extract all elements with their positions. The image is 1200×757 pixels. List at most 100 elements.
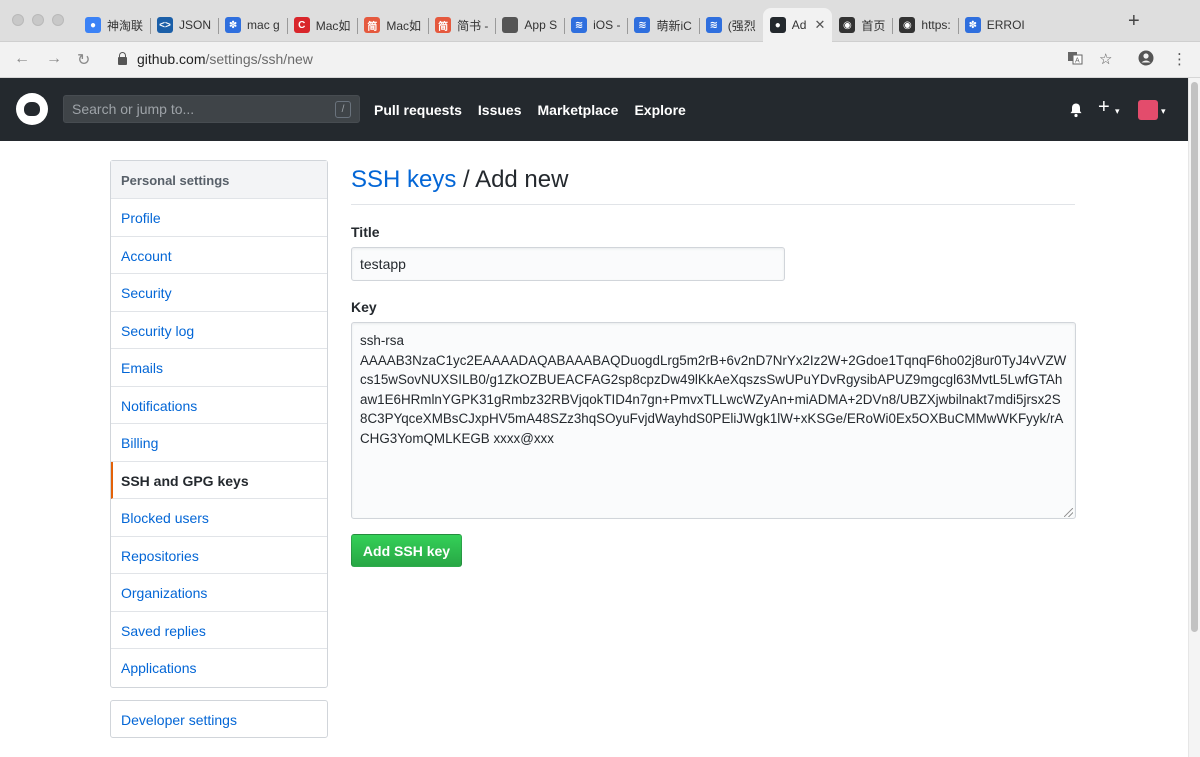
- title-input[interactable]: [351, 247, 785, 281]
- browser-tab[interactable]: ● Ad ✕: [762, 8, 833, 42]
- tab-title: Mac如: [315, 18, 351, 33]
- title-label: Title: [351, 224, 380, 240]
- nav-pull-requests[interactable]: Pull requests: [374, 102, 462, 118]
- nav-issues[interactable]: Issues: [478, 102, 522, 118]
- browser-tab[interactable]: ✽ ERROI: [957, 10, 1032, 40]
- browser-tab[interactable]: <> JSON: [150, 10, 218, 40]
- close-window-button[interactable]: [12, 14, 24, 26]
- sidebar-item-repositories[interactable]: Repositories: [111, 537, 327, 574]
- sidebar-item-emails[interactable]: Emails: [111, 349, 327, 387]
- tab-list: ● 神淘联 <> JSON ✽ mac g C Mac如简 Mac如简简书 - App S ≋ iOS…: [78, 8, 1032, 42]
- sidebar-item-security[interactable]: Security: [111, 274, 327, 312]
- tab-favicon-icon: <>: [157, 17, 174, 33]
- tab-favicon-icon: ≋: [571, 17, 588, 33]
- github-header: / Pull requests Issues Marketplace Explo…: [0, 78, 1188, 141]
- tab-favicon-icon: ≋: [705, 17, 722, 33]
- tab-title: (强烈: [727, 18, 756, 33]
- profile-icon[interactable]: [1138, 50, 1154, 70]
- browser-tab[interactable]: 简 Mac如: [357, 10, 428, 40]
- tab-favicon-icon: ●: [769, 17, 786, 33]
- tab-title: App S: [524, 18, 558, 32]
- sidebar-item-notifications[interactable]: Notifications: [111, 387, 327, 424]
- sidebar-heading: Personal settings: [111, 161, 327, 199]
- new-tab-button[interactable]: +: [1128, 11, 1140, 31]
- create-new-plus-icon[interactable]: +: [1098, 96, 1110, 119]
- address-bar[interactable]: github.com/settings/ssh/new: [118, 51, 313, 67]
- chevron-down-icon: ▾: [1115, 106, 1120, 116]
- sidebar-item-saved-replies[interactable]: Saved replies: [111, 612, 327, 649]
- header-nav: Pull requests Issues Marketplace Explore: [374, 102, 686, 118]
- notifications-bell-icon[interactable]: [1068, 102, 1084, 123]
- tab-favicon-icon: ✽: [225, 17, 242, 33]
- tab-favicon-icon: ◉: [899, 17, 916, 33]
- browser-tab[interactable]: C Mac如: [286, 10, 358, 40]
- tab-favicon-icon: ●: [85, 17, 101, 33]
- browser-tab[interactable]: ✽ mac g: [218, 10, 287, 40]
- url-path: /settings/ssh/new: [205, 51, 313, 67]
- browser-tab[interactable]: ● 神淘联: [78, 10, 150, 40]
- page-title: SSH keys / Add new: [351, 166, 568, 194]
- tab-favicon-icon: 简: [435, 17, 452, 33]
- tab-favicon-icon: ✽: [964, 17, 981, 33]
- maximize-window-button[interactable]: [52, 14, 64, 26]
- scrollbar-thumb[interactable]: [1191, 82, 1198, 632]
- sidebar-item-security-log[interactable]: Security log: [111, 312, 327, 349]
- nav-explore[interactable]: Explore: [634, 102, 685, 118]
- browser-tab[interactable]: ≋ 萌新iC: [627, 10, 698, 40]
- page-scrollbar[interactable]: [1188, 78, 1200, 757]
- nav-marketplace[interactable]: Marketplace: [538, 102, 619, 118]
- browser-tab[interactable]: ◉ https:: [892, 10, 957, 40]
- sidebar-item-ssh-gpg-keys[interactable]: SSH and GPG keys: [111, 461, 327, 499]
- tab-title: mac g: [247, 18, 280, 32]
- tab-favicon-icon: C: [293, 17, 310, 33]
- url-host: github.com: [137, 51, 206, 67]
- svg-text:A: A: [1075, 58, 1080, 65]
- reload-icon[interactable]: ↻: [77, 50, 90, 70]
- close-tab-icon[interactable]: ✕: [814, 17, 825, 33]
- sidebar-item-applications[interactable]: Applications: [111, 649, 327, 687]
- browser-menu-icon[interactable]: ⋮: [1172, 50, 1187, 68]
- browser-toolbar: ← → ↻ github.com/settings/ssh/new A ☆ ⋮: [0, 42, 1200, 78]
- page-title-text: Add new: [475, 166, 569, 193]
- breadcrumb-ssh-keys[interactable]: SSH keys: [351, 166, 456, 193]
- browser-tab[interactable]: App S: [495, 10, 564, 40]
- tab-title: 萌新iC: [656, 18, 692, 33]
- tab-favicon-icon: ≋: [634, 17, 651, 33]
- browser-tab[interactable]: ◉ 首页: [832, 10, 892, 40]
- resize-handle-icon[interactable]: [1064, 508, 1073, 517]
- bookmark-star-icon[interactable]: ☆: [1099, 50, 1112, 68]
- sidebar-item-account[interactable]: Account: [111, 237, 327, 274]
- lock-icon: [118, 52, 127, 65]
- avatar[interactable]: [1138, 100, 1158, 120]
- sidebar-item-developer-settings[interactable]: Developer settings: [111, 701, 327, 739]
- sidebar-item-blocked-users[interactable]: Blocked users: [111, 499, 327, 537]
- search-input[interactable]: [72, 101, 322, 117]
- tab-title: 神淘联: [107, 18, 144, 33]
- chevron-down-icon: ▾: [1161, 106, 1166, 116]
- browser-tab[interactable]: ≋ (强烈: [698, 10, 763, 40]
- breadcrumb-separator: /: [456, 166, 476, 193]
- window-controls: [12, 14, 64, 26]
- browser-tab[interactable]: ≋ iOS -: [564, 10, 627, 40]
- tab-favicon-icon: ◉: [839, 17, 856, 33]
- sidebar-item-billing[interactable]: Billing: [111, 424, 327, 462]
- key-label: Key: [351, 299, 377, 315]
- key-textarea[interactable]: ssh-rsa AAAAB3NzaC1yc2EAAAADAQABAAABAQDu…: [351, 322, 1076, 519]
- browser-tab-strip: ● 神淘联 <> JSON ✽ mac g C Mac如简 Mac如简简书 - App S ≋ iOS…: [0, 0, 1200, 42]
- minimize-window-button[interactable]: [32, 14, 44, 26]
- back-icon[interactable]: ←: [14, 50, 30, 68]
- tab-title: JSON: [179, 18, 212, 32]
- github-logo-icon[interactable]: [16, 93, 48, 125]
- tab-title: Ad: [791, 18, 807, 32]
- tab-title: https:: [921, 18, 951, 32]
- tab-title: 简书 -: [457, 18, 489, 33]
- add-ssh-key-button[interactable]: Add SSH key: [351, 534, 462, 567]
- sidebar-item-profile[interactable]: Profile: [111, 199, 327, 237]
- search-shortcut-badge: /: [335, 101, 351, 118]
- tab-title: 首页: [861, 18, 886, 33]
- translate-icon[interactable]: A: [1067, 50, 1083, 70]
- sidebar-item-organizations[interactable]: Organizations: [111, 574, 327, 612]
- browser-tab[interactable]: 简简书 -: [428, 10, 495, 40]
- developer-settings-menu: Developer settings: [110, 700, 328, 738]
- forward-icon[interactable]: →: [46, 50, 62, 68]
